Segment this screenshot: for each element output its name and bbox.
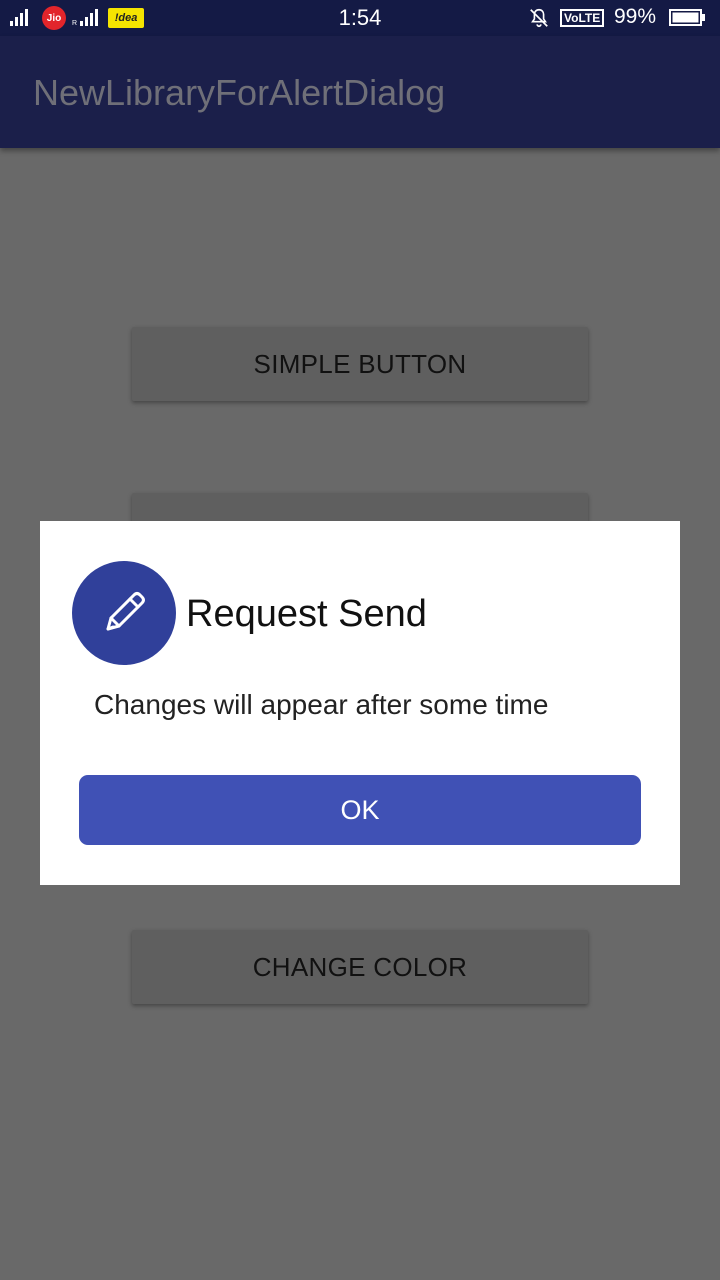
battery-icon xyxy=(669,9,705,26)
simple-button[interactable]: SIMPLE BUTTON xyxy=(132,327,588,401)
change-color-button[interactable]: CHANGE COLOR xyxy=(132,930,588,1004)
ok-button[interactable]: OK xyxy=(79,775,641,845)
mute-icon xyxy=(530,8,548,28)
app-bar: NewLibraryForAlertDialog xyxy=(0,36,720,148)
status-bar: Jio R !dea 1:54 VoLTE 99% xyxy=(0,0,720,36)
dialog-title: Request Send xyxy=(186,593,427,635)
alert-dialog: Request Send Changes will appear after s… xyxy=(40,521,680,885)
volte-indicator: VoLTE xyxy=(560,9,605,27)
app-title: NewLibraryForAlertDialog xyxy=(33,72,446,113)
pencil-icon xyxy=(106,592,145,631)
dialog-icon-circle xyxy=(72,561,176,665)
battery-percent: 99% xyxy=(614,5,657,28)
dialog-message: Changes will appear after some time xyxy=(94,689,549,720)
status-clock: 1:54 xyxy=(338,5,382,30)
